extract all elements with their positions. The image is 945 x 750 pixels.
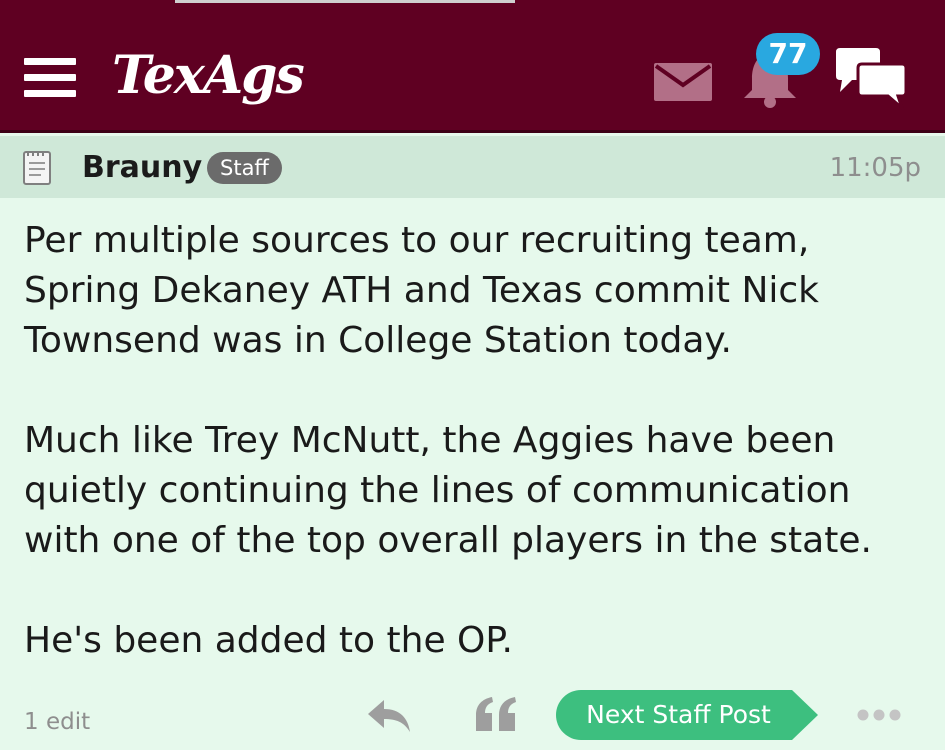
edit-count-link[interactable]: 1 edit [24,706,90,738]
notepad-icon [23,151,51,185]
post-author[interactable]: Brauny [82,148,202,188]
texags-logo[interactable]: TexAgs [112,46,305,106]
quote-icon[interactable] [474,695,518,733]
post-time: 11:05p [829,153,921,183]
next-staff-post-label: Next Staff Post [586,700,771,729]
mail-icon[interactable] [654,63,712,101]
post-body: Per multiple sources to our recruiting t… [24,216,924,716]
next-staff-post-button[interactable]: Next Staff Post [556,690,818,740]
chat-icon[interactable] [832,46,912,110]
header-top-divider [175,0,515,3]
notification-count-badge[interactable]: 77 [756,33,820,75]
post-paragraph: Per multiple sources to our recruiting t… [24,220,820,361]
post-paragraph: Much like Trey McNutt, the Aggies have b… [24,420,872,561]
post-paragraph: He's been added to the OP. [24,620,513,661]
app-header: TexAgs 77 [0,0,945,133]
hamburger-menu-icon[interactable] [24,58,76,98]
staff-badge: Staff [207,152,282,184]
more-options-icon[interactable] [856,708,902,722]
reply-icon[interactable] [366,698,412,734]
